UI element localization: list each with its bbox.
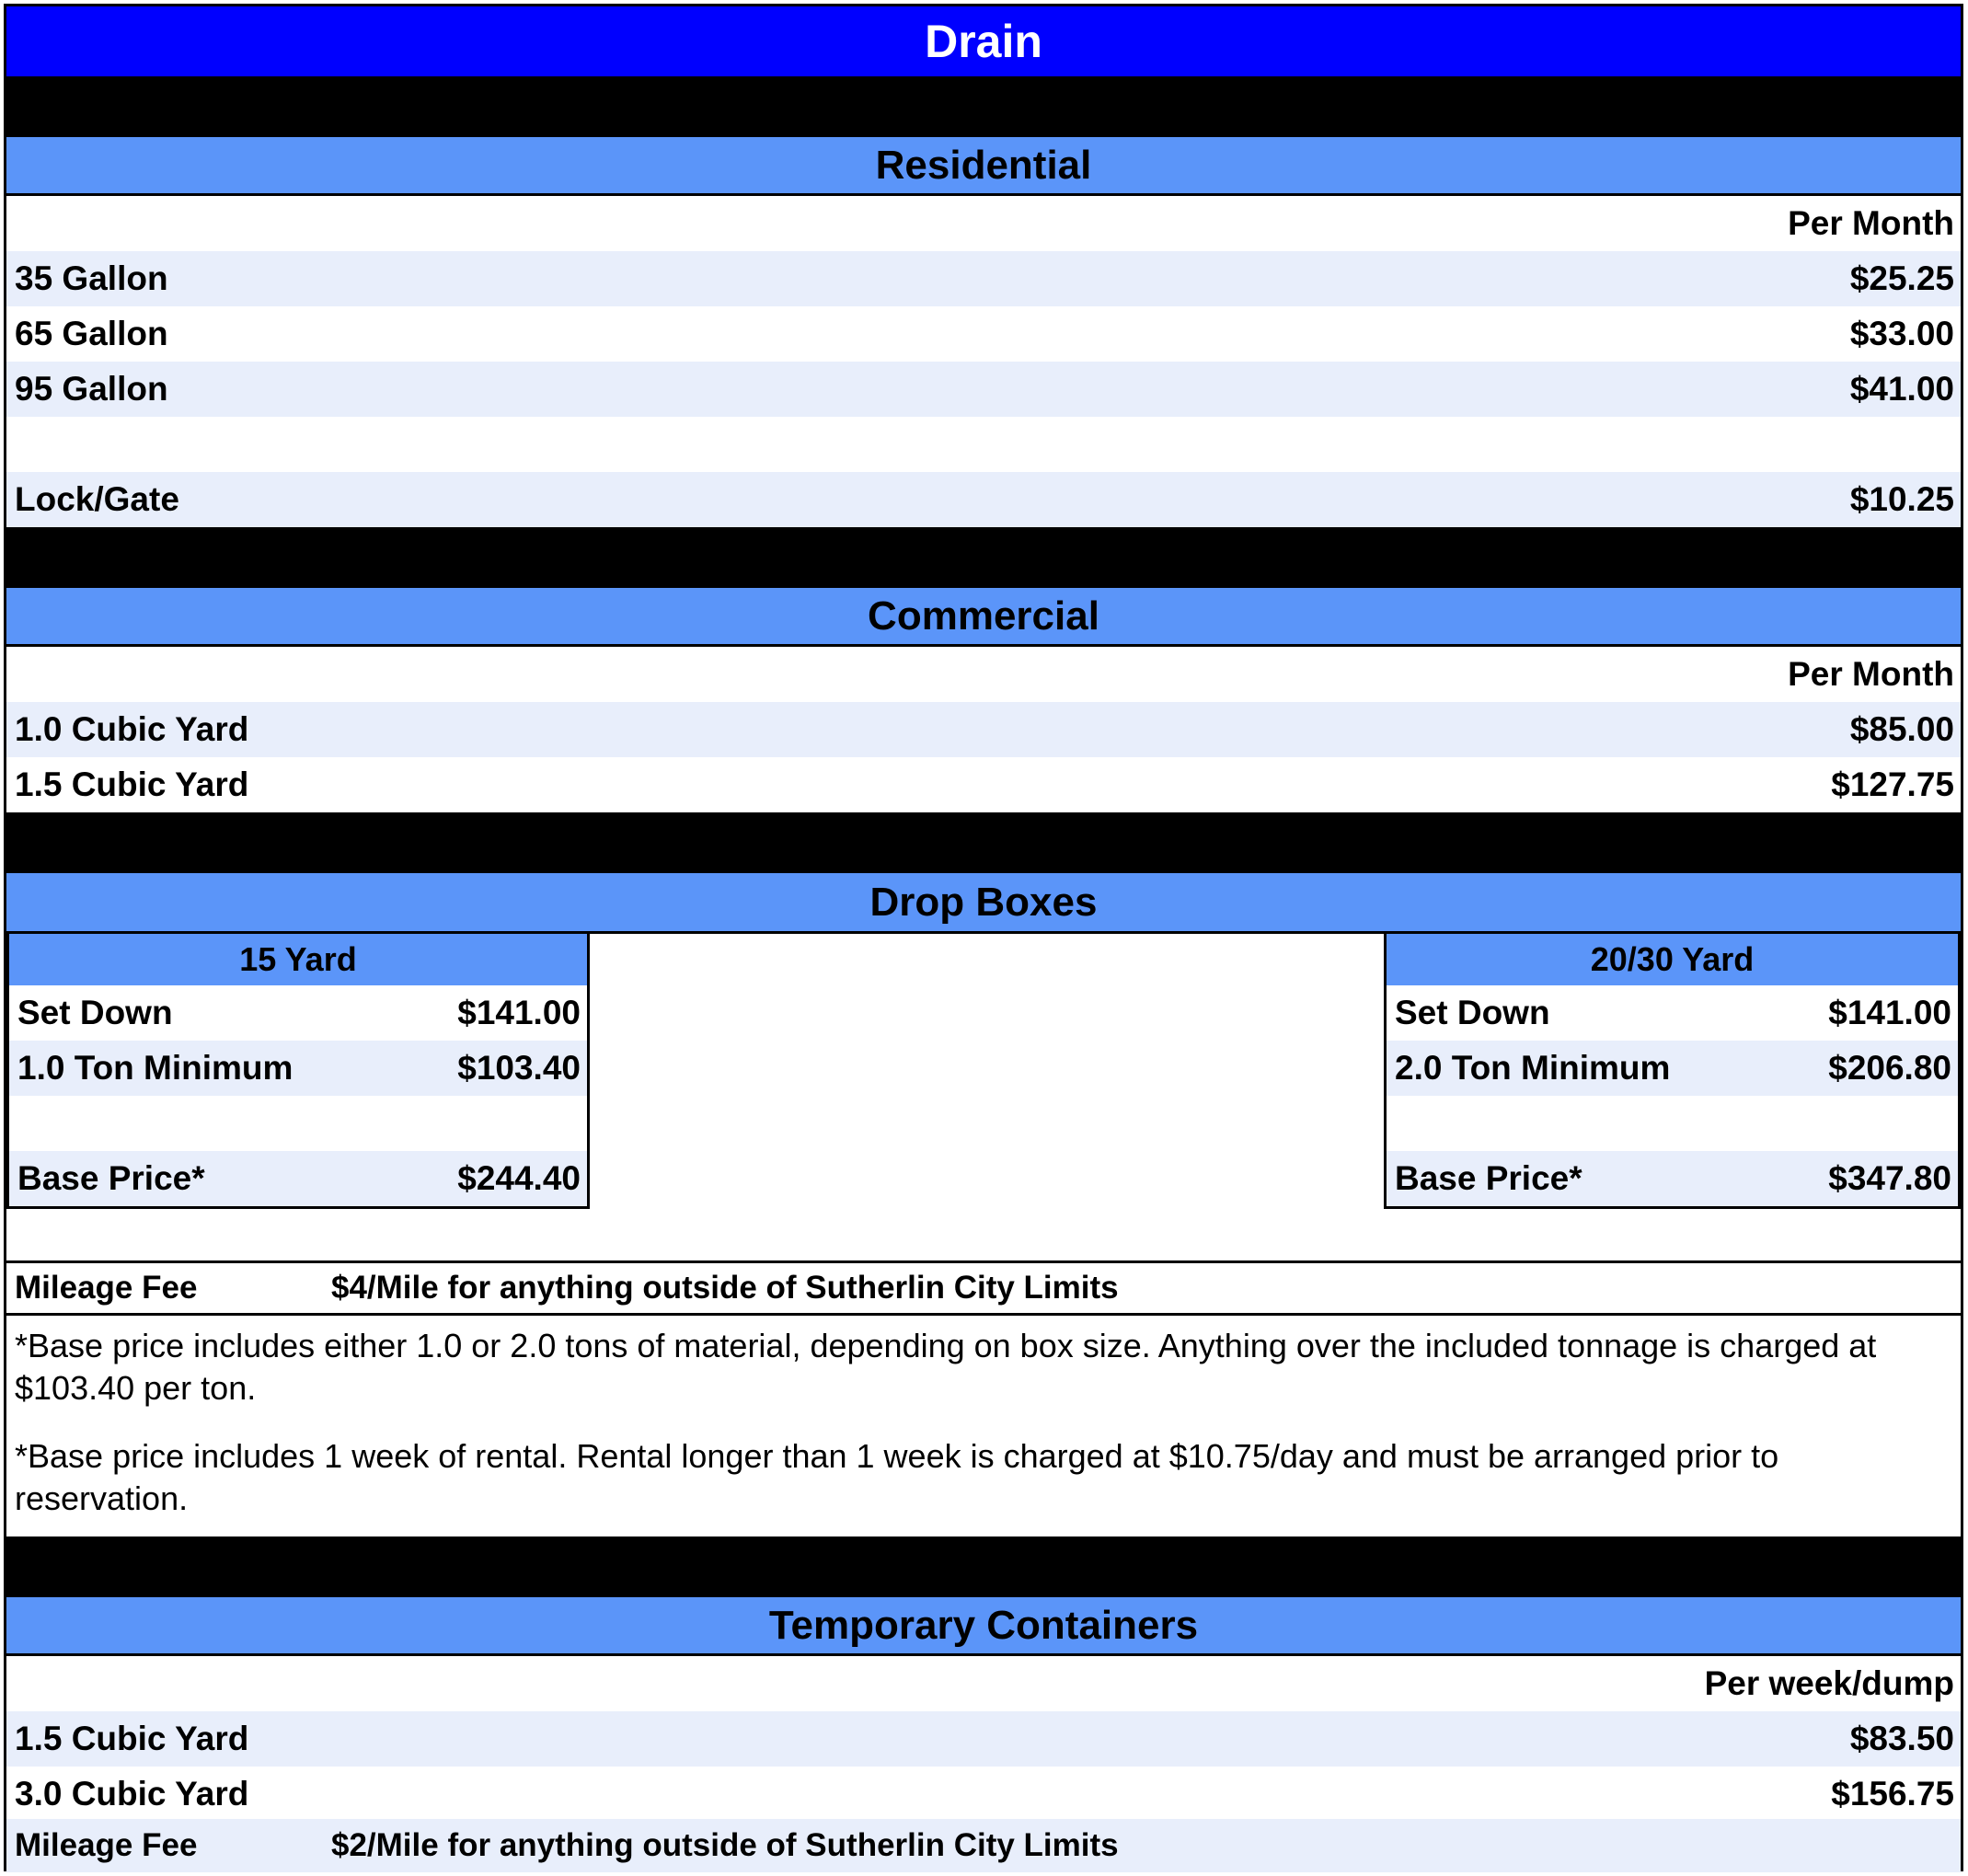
residential-row: Lock/Gate $10.25: [6, 472, 1961, 527]
row-price: $41.00: [1849, 370, 1954, 408]
box-row: 2.0 Ton Minimum $206.80: [1387, 1041, 1958, 1096]
temporary-containers-heading: Temporary Containers: [6, 1595, 1961, 1656]
row-label: 3.0 Cubic Yard: [15, 1775, 249, 1813]
row-price: $127.75: [1831, 765, 1954, 803]
mileage-text: $4/Mile for anything outside of Sutherli…: [331, 1270, 1119, 1306]
row-price: $85.00: [1849, 710, 1954, 748]
temporary-mileage-fee: Mileage Fee $2/Mile for anything outside…: [6, 1819, 1961, 1872]
row-label: 2.0 Ton Minimum: [1395, 1049, 1671, 1087]
row-label: 1.5 Cubic Yard: [15, 1720, 249, 1757]
drop-boxes-heading: Drop Boxes: [6, 871, 1961, 934]
divider-bar: [6, 527, 1961, 586]
row-label: 35 Gallon: [15, 259, 168, 297]
row-price: $141.00: [457, 994, 581, 1031]
row-price: $141.00: [1828, 994, 1951, 1031]
row-label: Base Price*: [17, 1159, 205, 1197]
temporary-row: 3.0 Cubic Yard $156.75: [6, 1767, 1961, 1822]
row-price: $156.75: [1831, 1775, 1954, 1813]
row-label: Base Price*: [1395, 1159, 1582, 1197]
row-label: 1.0 Ton Minimum: [17, 1049, 293, 1087]
residential-column-header: Per Month: [6, 196, 1961, 251]
row-label: Set Down: [1395, 994, 1550, 1031]
row-label: 95 Gallon: [15, 370, 168, 408]
drop-box-mileage-fee: Mileage Fee $4/Mile for anything outside…: [6, 1260, 1961, 1316]
mileage-label: Mileage Fee: [15, 1270, 198, 1306]
per-month-label: Per Month: [1788, 655, 1954, 693]
empty-row: [9, 1096, 587, 1151]
drop-box-20-30-yard: 20/30 Yard Set Down $141.00 2.0 Ton Mini…: [1384, 931, 1961, 1209]
box-row: Base Price* $347.80: [1387, 1151, 1958, 1206]
box-title: 15 Yard: [9, 934, 587, 985]
box-row: 1.0 Ton Minimum $103.40: [9, 1041, 587, 1096]
rate-sheet: Drain Residential Per Month 35 Gallon $2…: [4, 4, 1963, 1872]
residential-heading: Residential: [6, 135, 1961, 196]
residential-row: 95 Gallon $41.00: [6, 362, 1961, 417]
box-row: Base Price* $244.40: [9, 1151, 587, 1206]
divider-bar: [6, 1536, 1961, 1595]
row-price: $347.80: [1828, 1159, 1951, 1197]
residential-row: 35 Gallon $25.25: [6, 251, 1961, 306]
footnote: *Base price includes 1 week of rental. R…: [15, 1437, 1779, 1517]
divider-bar: [6, 76, 1961, 135]
per-month-label: Per Month: [1788, 204, 1954, 242]
row-price: $33.00: [1849, 315, 1954, 352]
row-price: $103.40: [457, 1049, 581, 1087]
row-price: $83.50: [1849, 1720, 1954, 1757]
per-week-dump-label: Per week/dump: [1704, 1664, 1954, 1702]
commercial-column-header: Per Month: [6, 647, 1961, 702]
row-price: $244.40: [457, 1159, 581, 1197]
row-price: $10.25: [1849, 480, 1954, 518]
row-price: $25.25: [1849, 259, 1954, 297]
row-label: Lock/Gate: [15, 480, 179, 518]
commercial-row: 1.0 Cubic Yard $85.00: [6, 702, 1961, 757]
box-row: Set Down $141.00: [1387, 985, 1958, 1041]
box-row: Set Down $141.00: [9, 985, 587, 1041]
residential-row: 65 Gallon $33.00: [6, 306, 1961, 362]
temporary-row: 1.5 Cubic Yard $83.50: [6, 1711, 1961, 1767]
drop-box-15-yard: 15 Yard Set Down $141.00 1.0 Ton Minimum…: [6, 931, 590, 1209]
divider-bar: [6, 812, 1961, 871]
row-label: 1.0 Cubic Yard: [15, 710, 249, 748]
row-label: 65 Gallon: [15, 315, 168, 352]
footnote: *Base price includes either 1.0 or 2.0 t…: [15, 1327, 1877, 1407]
row-label: Set Down: [17, 994, 173, 1031]
commercial-heading: Commercial: [6, 586, 1961, 647]
temporary-column-header: Per week/dump: [6, 1656, 1961, 1711]
box-title: 20/30 Yard: [1387, 934, 1958, 985]
empty-row: [1387, 1096, 1958, 1151]
commercial-row: 1.5 Cubic Yard $127.75: [6, 757, 1961, 812]
row-price: $206.80: [1828, 1049, 1951, 1087]
row-label: 1.5 Cubic Yard: [15, 765, 249, 803]
mileage-text: $2/Mile for anything outside of Sutherli…: [331, 1827, 1119, 1863]
page-title: Drain: [6, 6, 1961, 76]
footnotes: *Base price includes either 1.0 or 2.0 t…: [6, 1316, 1961, 1536]
mileage-label: Mileage Fee: [15, 1827, 198, 1863]
